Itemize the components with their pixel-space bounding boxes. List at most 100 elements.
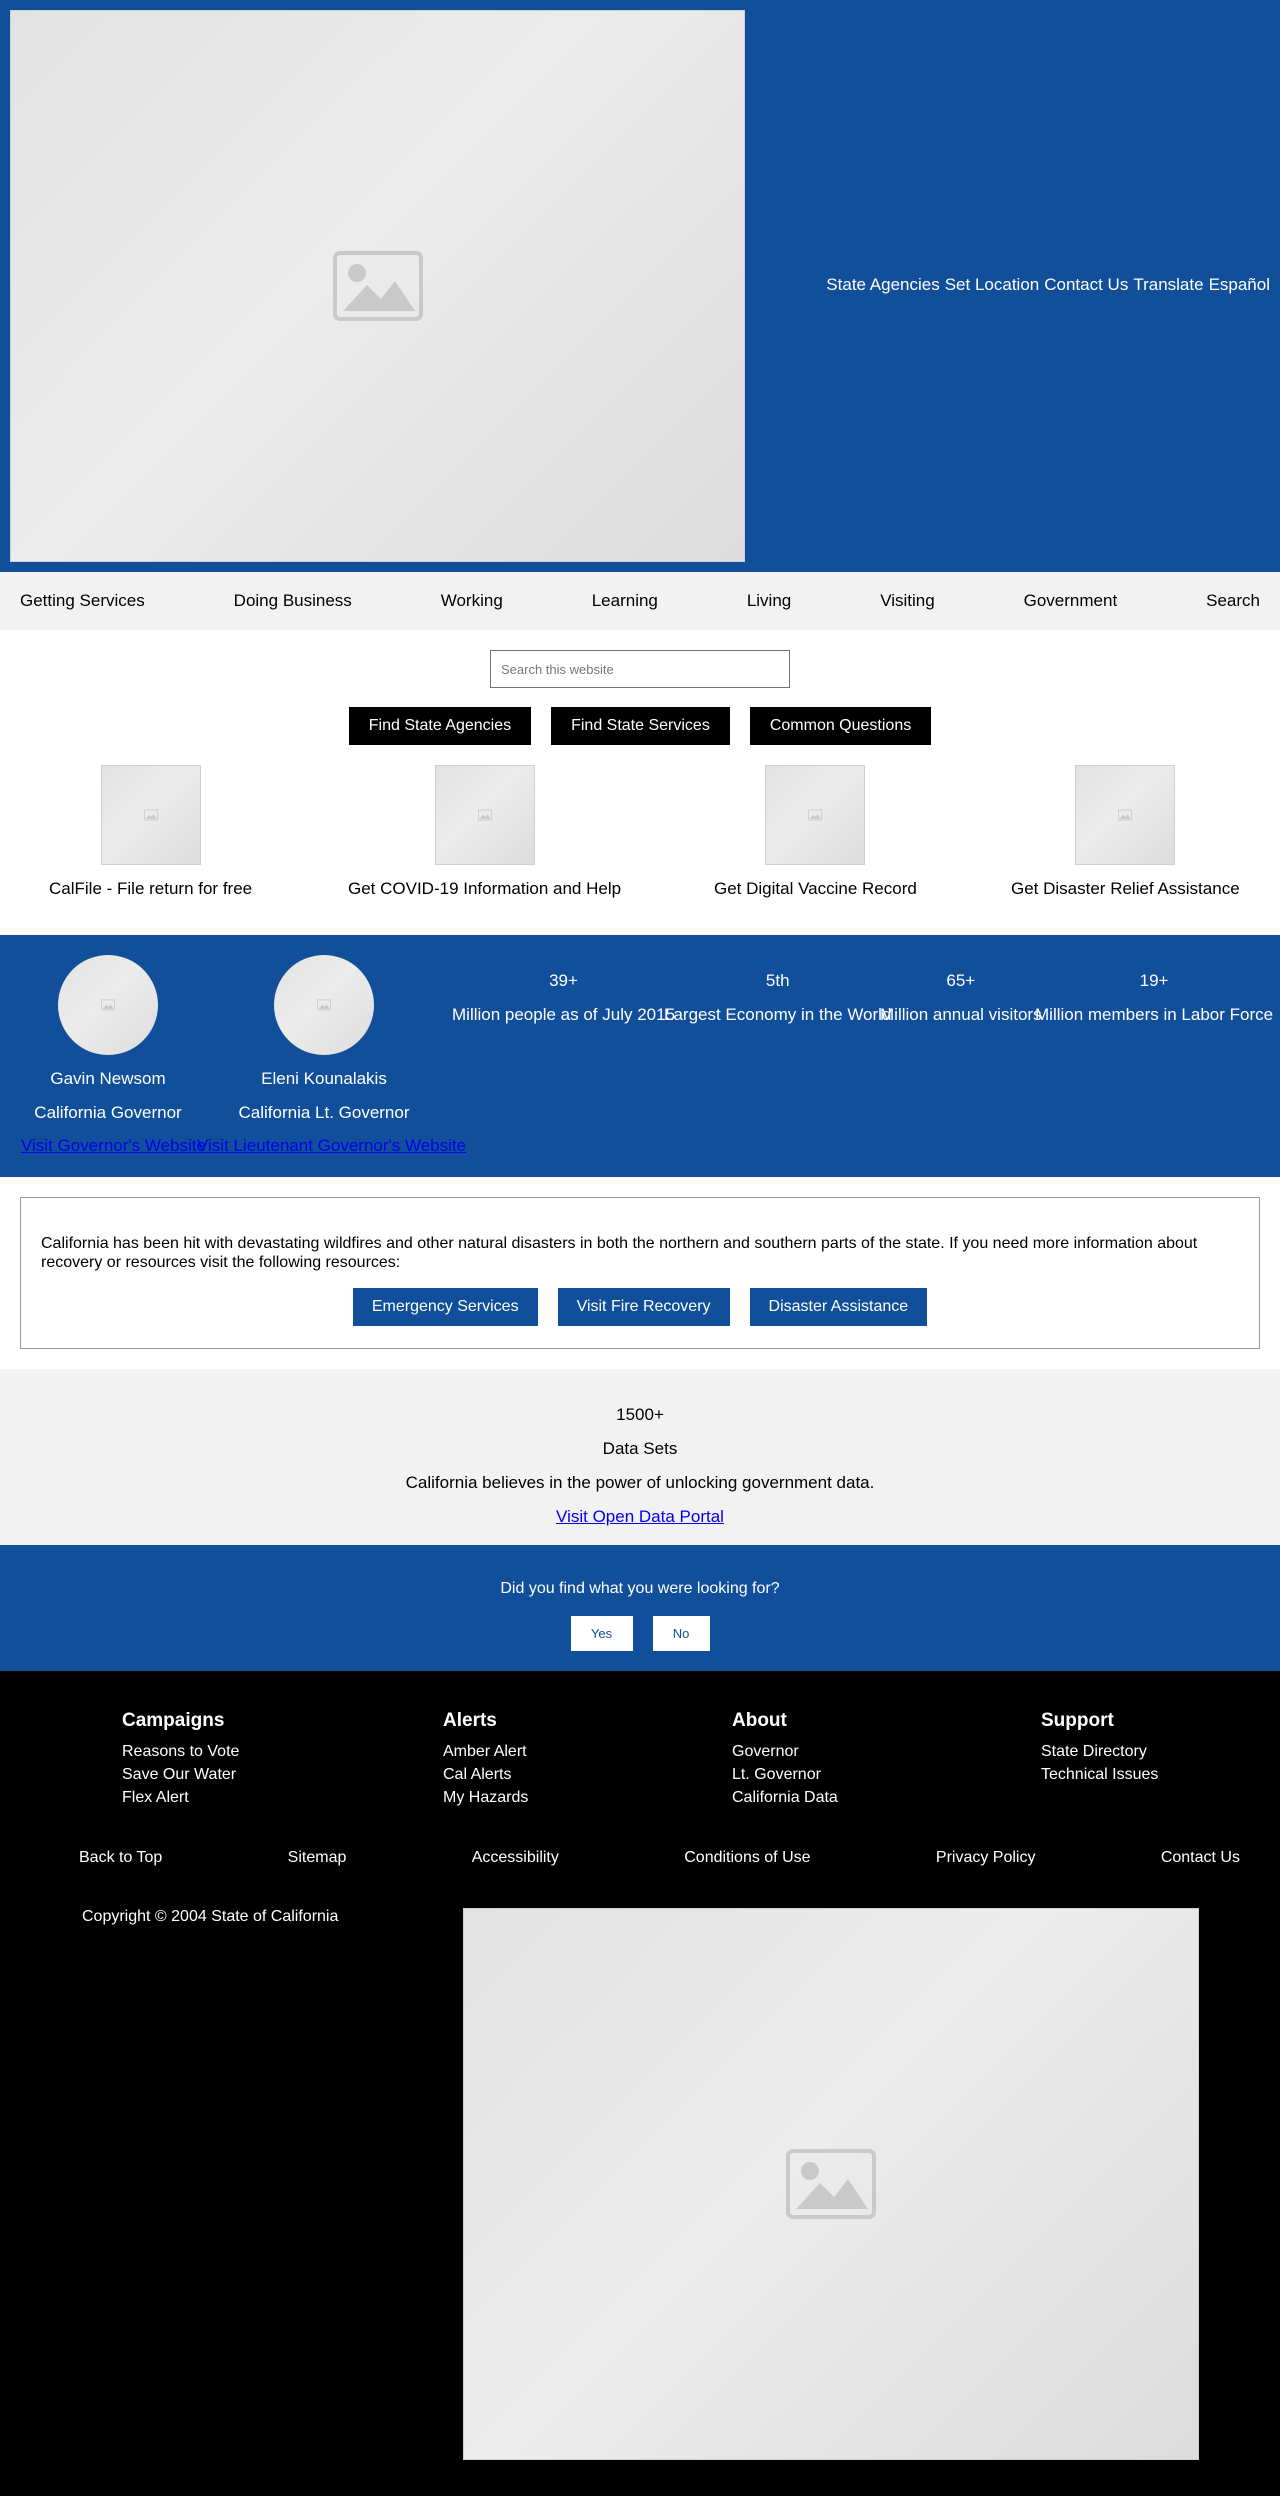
stat-value: 19+ [1139, 971, 1169, 990]
feedback-yes-button[interactable]: Yes [570, 1616, 633, 1651]
leader-name: Eleni Kounalakis [261, 1069, 387, 1088]
nav-item-doing-business[interactable]: Doing Business [234, 591, 352, 611]
leader-role: California Lt. Governor [238, 1103, 410, 1122]
find-state-agencies-button[interactable]: Find State Agencies [348, 707, 532, 745]
visit-fire-recovery-button[interactable]: Visit Fire Recovery [557, 1288, 730, 1326]
footer-link[interactable]: Cal Alerts [443, 1763, 528, 1786]
avatar [274, 955, 374, 1055]
footer-link[interactable]: Governor [732, 1740, 838, 1763]
footer-link[interactable]: Technical Issues [1041, 1763, 1158, 1786]
feedback-section: Did you find what you were looking for? … [0, 1545, 1280, 1671]
feature-card-calfile[interactable]: CalFile - File return for free [49, 765, 252, 899]
footer-link[interactable]: Amber Alert [443, 1740, 528, 1763]
feature-label: Get COVID-19 Information and Help [348, 879, 622, 898]
feedback-no-button[interactable]: No [652, 1616, 710, 1651]
open-data-section: 1500+ Data Sets California believes in t… [0, 1369, 1280, 1545]
site-header: State Agencies Set Location Contact Us T… [0, 0, 1280, 572]
back-to-top-link[interactable]: Back to Top [79, 1849, 162, 1867]
utility-link-set-location[interactable]: Set Location [945, 275, 1040, 295]
feedback-question: Did you find what you were looking for? [500, 1580, 780, 1597]
utility-link-contact-us[interactable]: Contact Us [1044, 275, 1128, 295]
data-count: 1500+ [616, 1405, 664, 1424]
feature-card-vaccine-record[interactable]: Get Digital Vaccine Record [714, 765, 917, 899]
find-state-services-button[interactable]: Find State Services [551, 707, 730, 745]
leaders-and-stats-section: Gavin Newsom California Governor Eleni K… [0, 935, 1280, 1177]
utility-link-translate[interactable]: Translate [1133, 275, 1203, 295]
footer-column-campaigns: Campaigns Reasons to Vote Save Our Water… [122, 1710, 239, 1809]
contact-us-link[interactable]: Contact Us [1161, 1849, 1240, 1867]
site-footer: Campaigns Reasons to Vote Save Our Water… [0, 1671, 1280, 2496]
copyright-text: Copyright © 2004 State of California [82, 1908, 339, 1925]
image-placeholder-icon [477, 809, 492, 821]
footer-column-alerts: Alerts Amber Alert Cal Alerts My Hazards [443, 1710, 528, 1809]
footer-image [463, 1908, 1199, 2460]
emergency-services-button[interactable]: Emergency Services [352, 1288, 538, 1326]
alert-buttons: Emergency Services Visit Fire Recovery D… [41, 1288, 1239, 1326]
data-label: Data Sets [602, 1439, 678, 1458]
header-logo-image[interactable] [10, 10, 745, 562]
footer-link[interactable]: Flex Alert [122, 1786, 239, 1809]
feature-thumbnail [1075, 765, 1176, 865]
leader-name: Gavin Newsom [50, 1069, 166, 1088]
nav-item-government[interactable]: Government [1024, 591, 1118, 611]
stat-value: 5th [765, 971, 790, 990]
nav-item-learning[interactable]: Learning [592, 591, 658, 611]
utility-link-espanol[interactable]: Español [1209, 275, 1270, 295]
stat-value: 65+ [946, 971, 976, 990]
footer-column-title: Campaigns [122, 1710, 225, 1731]
footer-link[interactable]: State Directory [1041, 1740, 1158, 1763]
disaster-assistance-button[interactable]: Disaster Assistance [749, 1288, 928, 1326]
alert-text: California has been hit with devastating… [41, 1235, 1198, 1271]
image-placeholder-icon [1118, 809, 1133, 821]
quick-action-buttons: Find State Agencies Find State Services … [0, 707, 1280, 745]
stat-population: 39+ Million people as of July 2015 [452, 971, 675, 1025]
feedback-buttons: Yes No [0, 1616, 1280, 1651]
footer-link[interactable]: My Hazards [443, 1786, 528, 1809]
image-placeholder-icon [143, 809, 158, 821]
stat-value: 39+ [549, 971, 578, 990]
stat-description: Million members in Labor Force [1035, 1005, 1274, 1024]
image-placeholder-icon [808, 809, 823, 821]
data-link-wrapper: Visit Open Data Portal [0, 1507, 1280, 1527]
privacy-policy-link[interactable]: Privacy Policy [936, 1849, 1036, 1867]
image-placeholder-icon [332, 251, 423, 321]
image-placeholder-icon [317, 999, 331, 1011]
stat-description: Million annual visitors [880, 1005, 1042, 1024]
nav-item-search[interactable]: Search [1206, 591, 1260, 611]
feature-card-disaster-relief[interactable]: Get Disaster Relief Assistance [1011, 765, 1240, 899]
sitemap-link[interactable]: Sitemap [288, 1849, 347, 1867]
stat-description: Largest Economy in the World [664, 1005, 892, 1024]
footer-link[interactable]: Save Our Water [122, 1763, 239, 1786]
footer-link[interactable]: Reasons to Vote [122, 1740, 239, 1763]
leader-role: California Governor [34, 1103, 182, 1122]
open-data-portal-link[interactable]: Visit Open Data Portal [556, 1507, 724, 1526]
footer-link[interactable]: California Data [732, 1786, 838, 1809]
common-questions-button[interactable]: Common Questions [749, 707, 932, 745]
nav-item-visiting[interactable]: Visiting [880, 591, 935, 611]
lt-governor-card: Eleni Kounalakis California Lt. Governor [224, 955, 424, 1123]
footer-column-support: Support State Directory Technical Issues [1041, 1710, 1158, 1786]
accessibility-link[interactable]: Accessibility [472, 1849, 559, 1867]
footer-link[interactable]: Lt. Governor [732, 1763, 838, 1786]
footer-column-title: Alerts [443, 1710, 497, 1731]
lt-governor-website-link[interactable]: Visit Lieutenant Governor's Website [197, 1136, 466, 1156]
nav-item-working[interactable]: Working [441, 591, 503, 611]
feature-card-covid[interactable]: Get COVID-19 Information and Help [348, 765, 621, 899]
search-input[interactable] [490, 650, 790, 688]
footer-utility-links: Back to Top Sitemap Accessibility Condit… [0, 1849, 1280, 1867]
utility-link-state-agencies[interactable]: State Agencies [826, 275, 939, 295]
feature-thumbnail [100, 765, 201, 865]
disaster-alert-box: California has been hit with devastating… [20, 1197, 1260, 1349]
nav-item-getting-services[interactable]: Getting Services [20, 591, 145, 611]
stat-economy: 5th Largest Economy in the World [664, 971, 891, 1025]
footer-column-about: About Governor Lt. Governor California D… [732, 1710, 838, 1809]
utility-nav: State Agencies Set Location Contact Us T… [826, 275, 1270, 295]
feature-label: Get Digital Vaccine Record [714, 879, 917, 898]
nav-item-living[interactable]: Living [747, 591, 791, 611]
conditions-of-use-link[interactable]: Conditions of Use [684, 1849, 810, 1867]
governor-website-link[interactable]: Visit Governor's Website [21, 1136, 206, 1156]
image-placeholder-icon [786, 2149, 876, 2219]
footer-column-title: About [732, 1710, 787, 1731]
stat-labor-force: 19+ Million members in Labor Force [1035, 971, 1273, 1025]
main-navigation: Getting Services Doing Business Working … [0, 572, 1280, 630]
